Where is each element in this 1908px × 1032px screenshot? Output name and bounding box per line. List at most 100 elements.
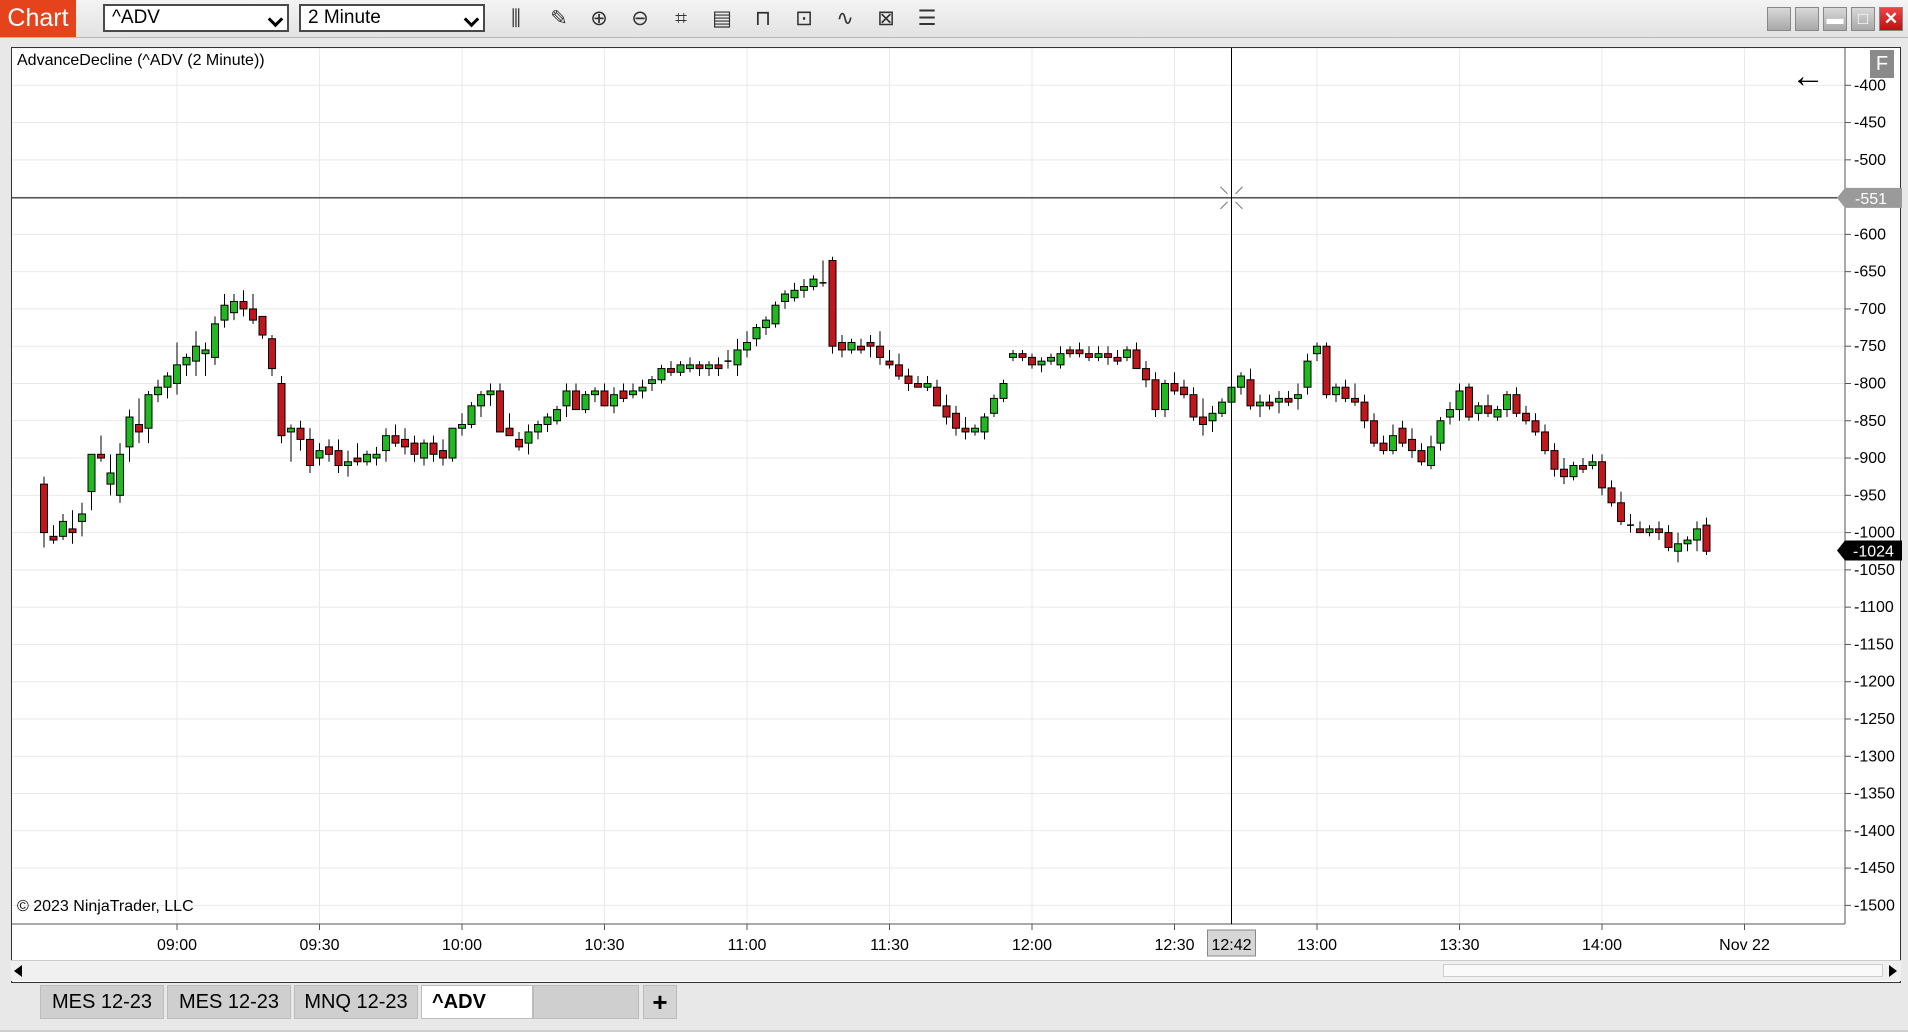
candle-body [638,386,647,392]
chart-panel[interactable]: -400 -450 -500 -600 -650 -700 -750 -800 -850 -900… [11,47,1902,984]
instrument-selector[interactable]: ^ADV [103,4,289,32]
tab-bar: MES 12-23 MES 12-23 MNQ 12-23 ^ADV + [0,985,1908,1032]
candle-body [239,300,248,310]
zoom-in-icon[interactable]: ⊕ [585,5,613,33]
y-tick-label: -500 [1854,152,1886,169]
interval-selector[interactable]: 2 Minute [299,4,485,32]
candle-body [106,472,115,485]
chart-trader-icon[interactable]: ⊠ [872,5,900,33]
candle-body [543,416,552,425]
x-tick-label: 11:30 [870,937,909,954]
minimize-button[interactable]: ▬ [1823,7,1847,31]
candle-body [1683,539,1692,545]
candle-body [885,360,894,366]
candle-body [220,304,229,321]
candle-body [999,382,1008,399]
candle-body [1693,528,1701,541]
candle-body [828,259,837,347]
candle-body [961,427,970,433]
candle-body [49,535,58,541]
data-box-icon[interactable]: ▤ [708,5,736,33]
candle-body [486,390,495,396]
tab-mes-12-23[interactable]: MES 12-23 [40,985,164,1019]
candle-body [230,300,238,314]
back-arrow-icon[interactable]: ← [1791,56,1825,96]
tab-adv[interactable]: ^ADV [421,985,533,1019]
tab-mnq-12-23[interactable]: MNQ 12-23 [294,985,418,1019]
candle-body [771,304,780,325]
x-tick-label: 10:30 [584,937,624,954]
candle-body [1085,353,1093,358]
candle-body [762,319,770,329]
candle-body [743,341,751,351]
candle-body [714,364,723,370]
candle-body [1189,394,1198,418]
candle-body [515,438,523,448]
candle-body [391,435,400,444]
strategies-icon[interactable]: ⊓ [749,5,777,33]
candle-body [648,379,656,384]
y-tick-label: -1250 [1854,711,1895,728]
candle-body [1465,386,1473,418]
f-button[interactable]: F [1870,50,1894,78]
candle-body [695,364,704,370]
chart-menu-button[interactable]: Chart [0,0,76,37]
candle-body [1237,375,1245,388]
y-tick-label: -400 [1854,77,1886,94]
tab-mes-12-23-2[interactable]: MES 12-23 [167,985,291,1019]
crosshair-price-label: -551 [1855,191,1887,208]
candle-body [448,427,457,459]
zoom-out-icon[interactable]: ⊖ [626,5,654,33]
candle-body [1370,420,1378,444]
cursor-mark [1220,201,1228,210]
properties-icon[interactable]: ⊡ [790,5,818,33]
window-option-button[interactable] [1767,7,1791,31]
add-tab-button[interactable]: + [643,985,677,1019]
candle-body [581,394,590,411]
drawing-tool-icon[interactable]: ✎ [545,5,573,33]
candle-body [1332,386,1340,396]
candle-body [306,438,314,466]
candle-body [125,416,134,448]
candle-body [942,405,951,418]
y-tick-label: -1100 [1854,599,1894,616]
candle-body [1484,405,1492,414]
candle-body [344,461,352,466]
chevron-down-icon [463,11,480,28]
candle-body [534,423,542,433]
cursor-mark [1235,186,1243,195]
candle-body [1607,487,1616,504]
show-list-icon[interactable]: ☰ [913,5,941,33]
candle-body [1645,528,1654,534]
close-button[interactable]: ✕ [1879,7,1903,31]
scroll-right-icon[interactable] [1889,965,1897,977]
x-tick-label: 09:30 [299,937,339,954]
window-option-button-2[interactable] [1795,7,1819,31]
candle-body [1094,353,1103,358]
y-tick-label: -1500 [1854,897,1895,914]
y-tick-label: -1150 [1854,636,1894,653]
maximize-button[interactable]: □ [1851,7,1875,31]
indicators-icon[interactable]: ∿ [831,5,859,33]
candle-body [363,453,371,463]
candle-body [752,327,761,340]
candle-body [971,427,979,433]
y-tick-label: -850 [1854,413,1886,430]
candle-body [1056,353,1065,366]
crosshair-icon[interactable]: ⌗ [667,5,695,33]
bars-type-icon[interactable]: ⫼ [502,5,530,33]
candle-body [1142,368,1150,381]
horizontal-scrollbar[interactable] [11,960,1901,981]
candle-body [467,405,476,425]
scroll-left-icon[interactable] [14,965,22,977]
y-tick-label: -1450 [1854,860,1895,877]
candle-body [173,364,181,384]
candle-body [591,390,599,396]
candle-body [809,278,818,288]
candle-body [847,341,856,351]
scroll-thumb[interactable] [1443,964,1883,977]
price-chart[interactable]: -400 -450 -500 -600 -650 -700 -750 -800 -850 -900… [12,48,1902,984]
candle-body [1246,379,1255,407]
candle-body [686,364,694,370]
candle-body [249,308,257,321]
